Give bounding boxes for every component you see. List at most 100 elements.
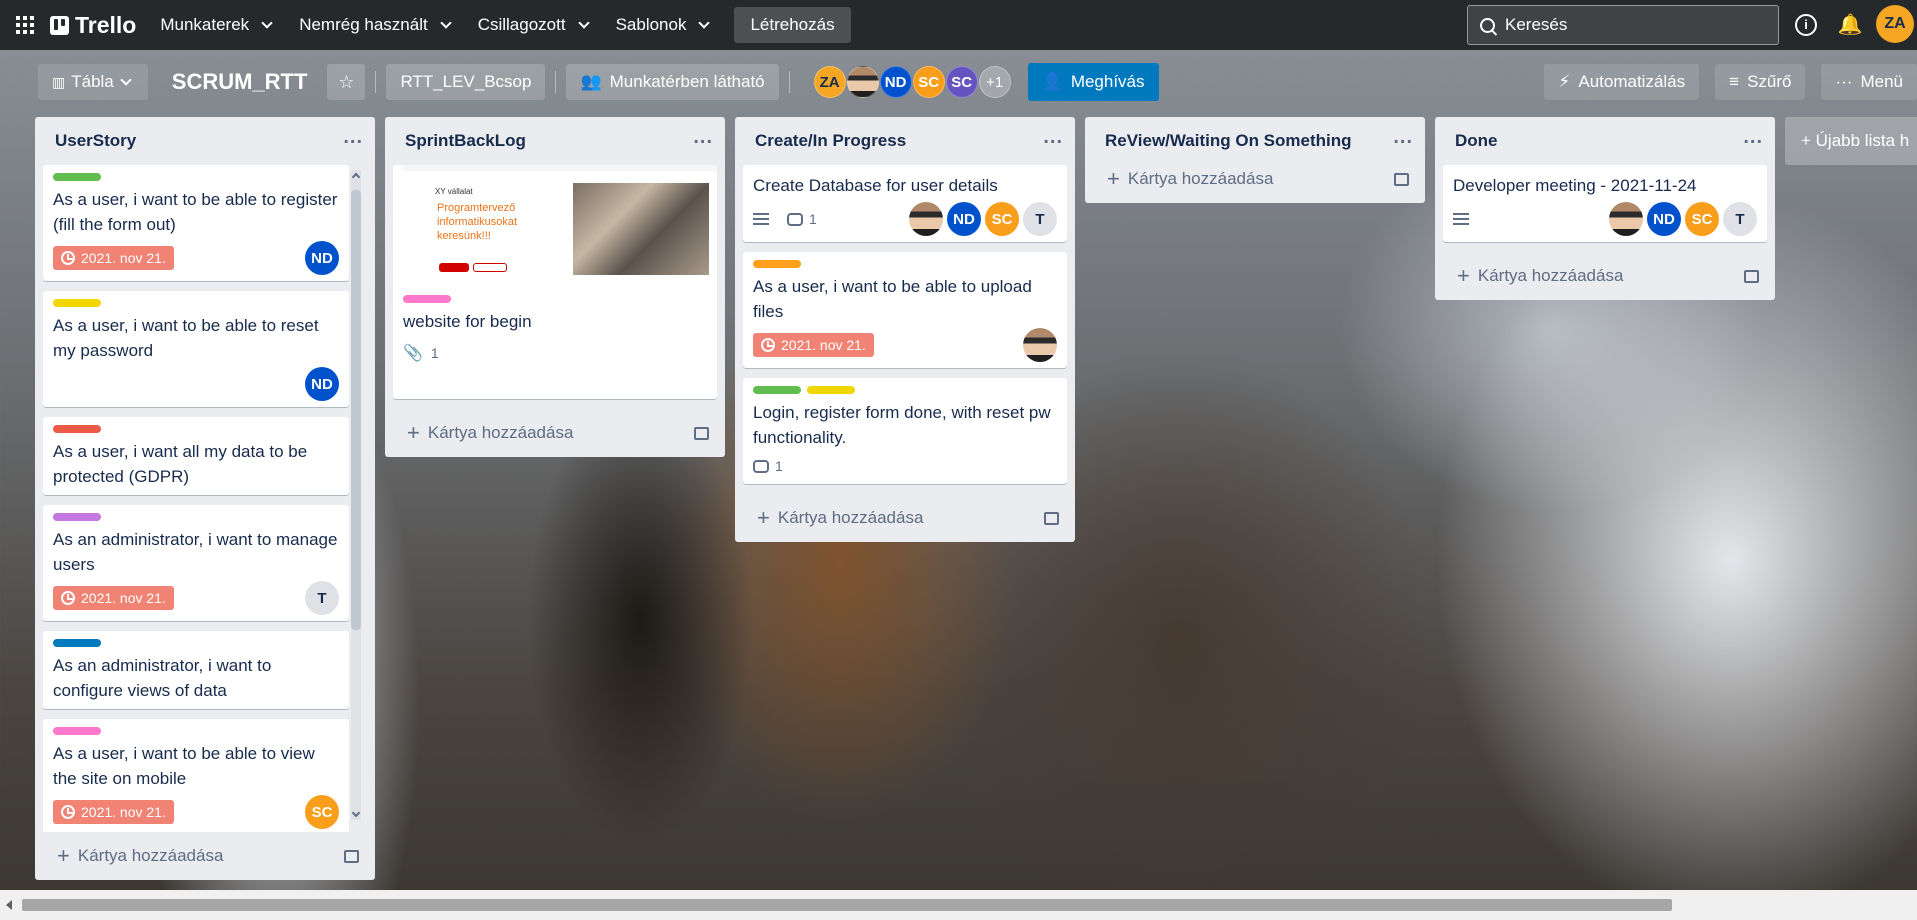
info-icon[interactable]: i (1795, 14, 1817, 36)
scroll-down-icon[interactable] (351, 808, 361, 818)
card[interactable]: As a user, i want to be able to upload f… (743, 252, 1067, 368)
search-input[interactable]: Keresés (1467, 5, 1779, 45)
label-green[interactable] (53, 173, 101, 181)
card-member-avatar[interactable]: SC (305, 795, 339, 829)
due-date-badge[interactable]: 2021. nov 21. (53, 586, 174, 610)
template-icon[interactable] (1744, 269, 1759, 283)
template-icon[interactable] (694, 426, 709, 440)
add-card-button[interactable]: + Kártya hozzáadása (735, 494, 1075, 542)
add-card-button[interactable]: + Kártya hozzáadása (385, 409, 725, 457)
label-green[interactable] (753, 386, 801, 394)
card[interactable]: Create Database for user details 1 ND SC… (743, 165, 1067, 242)
due-date-badge[interactable]: 2021. nov 21. (53, 800, 174, 824)
menu-button[interactable]: ··· Menü (1821, 64, 1917, 100)
add-card-label: Kártya hozzáadása (77, 846, 224, 865)
template-icon[interactable] (344, 849, 359, 863)
trello-logo[interactable]: Trello (50, 12, 136, 39)
member-avatar-photo[interactable] (846, 66, 879, 98)
paperclip-icon: 📎 (403, 345, 423, 362)
visibility-button[interactable]: 👥 Munkatérben látható (566, 64, 779, 100)
scrollbar-thumb[interactable] (22, 899, 1672, 911)
template-icon[interactable] (1394, 172, 1409, 186)
add-card-button[interactable]: + Kártya hozzáadása (35, 832, 375, 880)
filter-button[interactable]: ≡ Szűrő (1715, 64, 1806, 100)
card[interactable]: As an administrator, i want to manage us… (43, 505, 349, 621)
member-avatar[interactable]: ZA (813, 66, 846, 98)
card-member-avatar[interactable]: SC (1685, 202, 1719, 236)
add-card-button[interactable]: + Kártya hozzáadása (1435, 252, 1775, 300)
card[interactable]: As a user, i want all my data to be prot… (43, 417, 349, 495)
label-yellow[interactable] (53, 299, 101, 307)
card[interactable]: As an administrator, i want to configure… (43, 631, 349, 709)
card[interactable]: Login, register form done, with reset pw… (743, 378, 1067, 484)
automation-button[interactable]: ⚡ Automatizálás (1544, 64, 1700, 100)
board-title[interactable]: SCRUM_RTT (158, 69, 322, 95)
label-blue[interactable] (53, 639, 101, 647)
list-menu-icon[interactable]: ... (1043, 127, 1063, 150)
label-orange[interactable] (753, 260, 801, 268)
list-title[interactable]: Done (1455, 131, 1743, 151)
list-title[interactable]: Create/In Progress (755, 131, 1043, 151)
app-switcher-button[interactable] (0, 0, 50, 50)
description-icon (753, 213, 769, 225)
nav-recent[interactable]: Nemrég használt (287, 7, 466, 43)
scrollbar-thumb[interactable] (351, 190, 361, 630)
card-member-avatar[interactable]: ND (305, 241, 339, 275)
list-scrollbar[interactable] (351, 170, 361, 820)
nav-templates[interactable]: Sablonok (604, 7, 725, 43)
card-member-avatar-photo[interactable] (1609, 202, 1643, 236)
list-menu-icon[interactable]: ... (1743, 127, 1763, 150)
due-date-badge[interactable]: 2021. nov 21. (753, 333, 874, 357)
card-with-cover[interactable]: XY vállalat Programtervező informatikuso… (393, 165, 717, 399)
notification-bell-icon[interactable]: 🔔 (1837, 12, 1863, 38)
list-title[interactable]: ReView/Waiting On Something (1105, 131, 1393, 151)
divider (555, 71, 557, 93)
card-member-avatar[interactable]: ND (947, 202, 981, 236)
workspace-button[interactable]: RTT_LEV_Bcsop (386, 64, 546, 100)
account-avatar[interactable]: ZA (1876, 5, 1914, 43)
nav-starred[interactable]: Csillagozott (466, 7, 604, 43)
star-button[interactable]: ☆ (327, 64, 366, 100)
member-avatar[interactable]: ND (879, 66, 912, 98)
board-horizontal-scrollbar[interactable] (0, 890, 1917, 920)
invite-button[interactable]: 👤 Meghívás (1027, 63, 1159, 101)
label-pink[interactable] (403, 295, 451, 303)
card-member-avatar[interactable]: ND (1647, 202, 1681, 236)
create-button[interactable]: Létrehozás (734, 7, 851, 43)
nav-workspaces[interactable]: Munkaterek (148, 7, 287, 43)
more-members-button[interactable]: +1 (978, 66, 1011, 98)
card-member-avatar[interactable]: T (305, 581, 339, 615)
member-avatar[interactable]: SC (912, 66, 945, 98)
card-member-avatar-photo[interactable] (1023, 328, 1057, 362)
card-member-avatar[interactable]: SC (985, 202, 1019, 236)
list-menu-icon[interactable]: ... (693, 127, 713, 150)
list-menu-icon[interactable]: ... (1393, 127, 1413, 150)
add-card-button[interactable]: + Kártya hozzáadása (1085, 155, 1425, 203)
label-red[interactable] (53, 425, 101, 433)
due-date-badge[interactable]: 2021. nov 21. (53, 246, 174, 270)
chevron-down-icon (577, 17, 590, 29)
clock-icon (61, 251, 75, 265)
view-switcher-button[interactable]: ▥ Tábla (38, 64, 148, 100)
label-purple[interactable] (53, 513, 101, 521)
card[interactable]: As a user, i want to be able to reset my… (43, 291, 349, 407)
list-title[interactable]: UserStory (55, 131, 343, 151)
card-member-avatar[interactable]: ND (305, 367, 339, 401)
label-yellow[interactable] (807, 386, 855, 394)
scroll-up-icon[interactable] (351, 172, 361, 182)
member-avatar[interactable]: SC (945, 66, 978, 98)
cover-button-shape (439, 263, 469, 272)
card-member-avatar[interactable]: T (1723, 202, 1757, 236)
card-title: As a user, i want to be able to upload f… (753, 277, 1032, 321)
card[interactable]: As a user, i want to be able to register… (43, 165, 349, 281)
add-list-button[interactable]: + Újabb lista h (1785, 117, 1917, 165)
list-menu-icon[interactable]: ... (343, 127, 363, 150)
template-icon[interactable] (1044, 511, 1059, 525)
label-pink[interactable] (53, 727, 101, 735)
card-member-avatar[interactable]: T (1023, 202, 1057, 236)
list-title[interactable]: SprintBackLog (405, 131, 693, 151)
scroll-left-icon[interactable] (6, 900, 12, 910)
card[interactable]: Developer meeting - 2021-11-24 ND SC T (1443, 165, 1767, 242)
card[interactable]: As a user, i want to be able to view the… (43, 719, 349, 832)
card-member-avatar-photo[interactable] (909, 202, 943, 236)
